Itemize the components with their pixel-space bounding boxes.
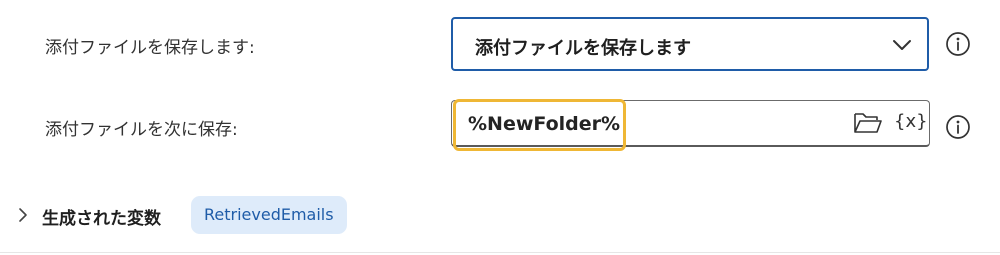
info-icon[interactable] (945, 114, 971, 140)
insert-variable-button[interactable]: {x} (894, 111, 928, 132)
folder-open-icon[interactable] (853, 111, 883, 135)
chevron-down-icon (893, 40, 911, 50)
chevron-right-icon[interactable] (15, 205, 31, 225)
divider (0, 252, 1000, 253)
info-icon[interactable] (945, 31, 971, 57)
produced-variables-section: 生成された変数 RetrievedEmails (0, 196, 1000, 236)
variable-chip[interactable]: RetrievedEmails (191, 196, 347, 234)
save-to-folder-value: %NewFolder% (468, 113, 621, 135)
save-attachments-label: 添付ファイルを保存します: (45, 38, 255, 58)
save-attachments-selected-value: 添付ファイルを保存します (475, 38, 691, 59)
produced-variables-title[interactable]: 生成された変数 (42, 204, 161, 229)
save-attachments-dropdown[interactable]: 添付ファイルを保存します (451, 17, 929, 71)
save-to-label: 添付ファイルを次に保存: (45, 120, 238, 140)
